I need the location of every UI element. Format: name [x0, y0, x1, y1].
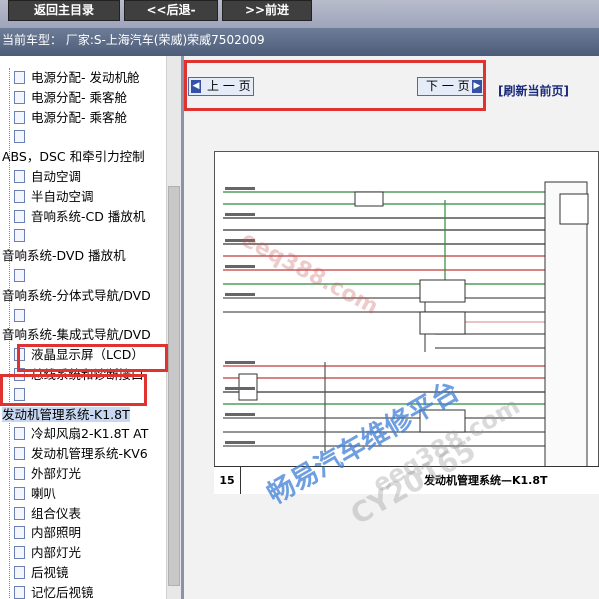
tree-item-label: 喇叭 [31, 485, 57, 501]
tree-item-label: 内部灯光 [31, 545, 82, 561]
tree-item[interactable]: 内部灯光 [14, 543, 81, 563]
document-icon [14, 189, 25, 203]
back-button[interactable]: <<后退- [124, 0, 218, 21]
tree-item[interactable]: 音响系统-CD 播放机 [14, 207, 145, 227]
highlight-box-pager [184, 60, 486, 111]
tree-item-label: 组合仪表 [31, 505, 82, 521]
document-icon [14, 209, 25, 223]
tree-item[interactable]: 自动空调 [14, 167, 81, 187]
document-icon [14, 170, 25, 183]
document-icon [14, 110, 25, 124]
tree-item[interactable]: 喇叭 [14, 484, 56, 504]
tree-item-label: 冷却风扇2-K1.8T AT [31, 426, 149, 442]
document-icon [14, 269, 25, 282]
home-button[interactable]: 返回主目录 [8, 0, 120, 21]
tree-item-label: 音响系统-CD 播放机 [31, 208, 146, 224]
tree-item-label: 记忆后视镜 [31, 584, 94, 599]
document-icon [14, 71, 25, 84]
document-tree: 电源分配- 发动机舱 电源分配- 乘客舱 电源分配- 乘客舱 ABS，DSC 和牵引力… [0, 56, 166, 599]
document-icon [14, 229, 25, 243]
document-icon [14, 506, 25, 520]
document-icon [14, 130, 25, 144]
tree-item[interactable]: 音响系统-DVD 播放机 [2, 246, 126, 266]
tree-item[interactable]: 电源分配- 发动机舱 [14, 68, 139, 88]
document-icon [14, 566, 25, 579]
tree-item[interactable]: 记忆后视镜 [14, 583, 94, 599]
wiring-diagram-graphic [223, 181, 589, 473]
tree-item[interactable]: 冷却风扇2-K1.8T AT [14, 424, 148, 444]
tree-item[interactable]: 音响系统-集成式导航/DVD [2, 325, 151, 345]
tree-item[interactable] [14, 306, 31, 326]
top-toolbar: 返回主目录 <<后退- >>前进 [0, 0, 599, 28]
tree-item-label: 电源分配- 乘客舱 [31, 89, 127, 105]
tree-item[interactable] [14, 127, 31, 147]
tree-item-label: 外部灯光 [31, 466, 82, 481]
tree-item[interactable]: 后视镜 [14, 563, 69, 583]
scrollbar-thumb[interactable] [168, 186, 180, 586]
tree-item[interactable]: 发动机管理系统-KV6 [14, 444, 148, 464]
tree-item[interactable] [14, 266, 31, 286]
tree-item-label: 后视镜 [31, 565, 69, 580]
tree-item-label: ABS，DSC 和牵引力控制 [2, 149, 145, 165]
tree-item[interactable]: 电源分配- 乘客舱 [14, 88, 127, 108]
tree-item[interactable] [14, 226, 31, 246]
tree-item-label: 自动空调 [31, 169, 82, 184]
document-icon [14, 427, 25, 441]
tree-item-label: 电源分配- 乘客舱 [31, 109, 127, 125]
wiring-diagram [214, 151, 599, 491]
tree-item[interactable]: 发动机管理系统-K1.8T [2, 405, 130, 425]
tree-item-label: 发动机管理系统-KV6 [31, 446, 148, 462]
highlight-box-engine-mgmt [0, 374, 147, 406]
diagram-title: 发动机管理系统—K1.8T [424, 474, 548, 487]
diagram-footer: 15 发动机管理系统—K1.8T [214, 466, 599, 494]
tree-scrollbar[interactable] [166, 56, 181, 599]
document-icon [14, 585, 25, 599]
document-icon [14, 486, 25, 500]
document-icon [14, 308, 25, 322]
document-icon [14, 546, 25, 560]
tree-item[interactable]: 音响系统-分体式导航/DVD [2, 286, 151, 306]
document-icon [14, 90, 25, 104]
tree-item[interactable]: 电源分配- 乘客舱 [14, 108, 127, 128]
tree-item-label: 音响系统-集成式导航/DVD [2, 327, 151, 343]
document-icon [14, 447, 25, 461]
tree-item[interactable]: 组合仪表 [14, 504, 81, 524]
forward-button[interactable]: >>前进 [222, 0, 312, 21]
content-pane: ◀ 上 一 页 下 一 页 ▶ [刷新当前页] 15 发动机管理系统—K1.8T… [184, 56, 599, 599]
tree-item-label: 电源分配- 发动机舱 [31, 70, 140, 85]
tree-item-label: 音响系统-DVD 播放机 [2, 248, 126, 264]
document-icon [14, 526, 25, 540]
diagram-page-number: 15 [214, 467, 241, 494]
tree-item-label: 半自动空调 [31, 188, 94, 204]
highlight-box-bus-diagnostics [17, 344, 168, 372]
document-icon [14, 467, 25, 480]
refresh-link[interactable]: [刷新当前页] [498, 82, 569, 99]
tree-item-label: 内部照明 [31, 525, 82, 541]
tree-item[interactable]: 内部照明 [14, 523, 81, 543]
tree-item[interactable]: ABS，DSC 和牵引力控制 [2, 147, 145, 167]
tree-item[interactable]: 外部灯光 [14, 464, 81, 484]
tree-item-label: 发动机管理系统-K1.8T [2, 406, 130, 422]
tree-item[interactable]: 半自动空调 [14, 187, 94, 207]
vehicle-info: 当前车型： 厂家:S-上海汽车(荣威)荣威7502009 [0, 28, 599, 56]
tree-item-label: 音响系统-分体式导航/DVD [2, 287, 151, 303]
